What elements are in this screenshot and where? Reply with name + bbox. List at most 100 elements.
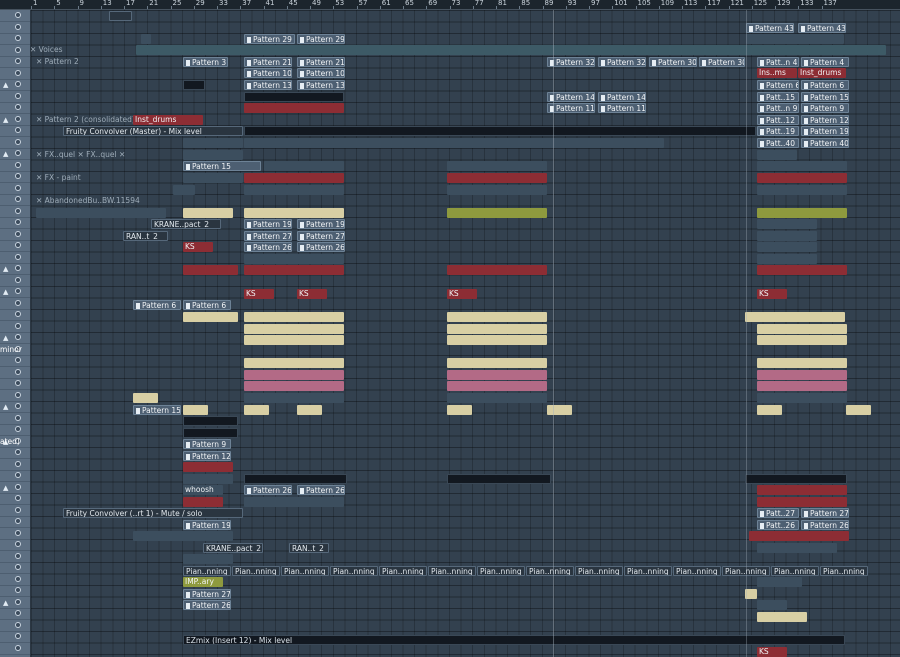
pattern-clip[interactable]: Pattern 9 (801, 103, 849, 113)
pattern-clip[interactable]: KS (757, 647, 787, 657)
pattern-clip[interactable]: Pattern 4 (801, 57, 849, 67)
pattern-clip[interactable]: Pattern 30 (649, 57, 697, 67)
audio-clip[interactable] (757, 254, 817, 264)
track-mute-button[interactable] (15, 633, 21, 639)
pattern-clip[interactable]: Pattern 6 (133, 300, 181, 310)
audio-clip[interactable] (183, 554, 233, 564)
track-header[interactable] (0, 367, 30, 379)
audio-clip[interactable] (757, 161, 847, 171)
track-header[interactable]: ▲ (0, 148, 30, 160)
track-mute-button[interactable] (15, 173, 21, 179)
track-mute-button[interactable] (15, 564, 21, 570)
track-mute-button[interactable] (15, 104, 21, 110)
automation-clip[interactable]: Pian..nning (183, 566, 231, 576)
track-header[interactable] (0, 620, 30, 632)
audio-clip[interactable] (244, 474, 347, 484)
audio-clip[interactable] (264, 161, 344, 171)
collapse-arrow-icon[interactable]: ▲ (3, 288, 8, 296)
pattern-clip[interactable]: Patt..n 9 (757, 103, 799, 113)
track-header[interactable] (0, 68, 30, 80)
audio-clip[interactable] (447, 161, 547, 171)
track-header[interactable]: ▲ (0, 263, 30, 275)
audio-clip[interactable] (133, 393, 158, 403)
audio-clip[interactable] (757, 242, 817, 252)
track-mute-button[interactable] (15, 334, 21, 340)
audio-clip[interactable] (447, 265, 547, 275)
audio-clip[interactable] (447, 335, 547, 345)
audio-clip[interactable] (183, 474, 233, 484)
audio-clip[interactable] (244, 254, 344, 264)
pattern-clip[interactable]: KS (183, 242, 213, 252)
audio-clip[interactable] (447, 324, 547, 334)
pattern-clip[interactable]: Pattern 15 (801, 92, 849, 102)
pattern-clip[interactable]: KS (297, 289, 327, 299)
pattern-clip[interactable]: Pattern 21 (297, 57, 345, 67)
track-mute-button[interactable] (15, 311, 21, 317)
track-mute-button[interactable] (15, 518, 21, 524)
pattern-clip[interactable]: Pattern 11 (598, 103, 646, 113)
track-header[interactable] (0, 33, 30, 45)
track-mute-button[interactable] (15, 483, 21, 490)
audio-clip[interactable] (757, 324, 847, 334)
audio-clip[interactable] (183, 497, 223, 507)
track-mute-button[interactable] (15, 529, 21, 536)
audio-clip[interactable] (447, 208, 547, 218)
track-mute-button[interactable] (15, 184, 21, 191)
automation-clip[interactable]: Pian..nning (575, 566, 623, 576)
collapse-arrow-icon[interactable]: ▲ (3, 150, 8, 158)
audio-clip[interactable] (757, 185, 847, 195)
audio-clip[interactable] (183, 428, 238, 438)
track-header[interactable]: ▲ (0, 114, 30, 126)
audio-clip[interactable] (757, 485, 847, 495)
audio-clip[interactable] (244, 358, 344, 368)
track-mute-button[interactable] (15, 610, 21, 616)
track-header[interactable] (0, 194, 30, 206)
track-mute-button[interactable] (15, 472, 21, 478)
track-header[interactable] (0, 137, 30, 149)
track-mute-button[interactable] (15, 621, 21, 628)
pattern-clip[interactable]: Pattern 26 (801, 520, 849, 530)
track-mute-button[interactable] (15, 322, 21, 329)
track-mute-button[interactable] (15, 380, 21, 386)
track-mute-button[interactable] (15, 81, 21, 87)
automation-clip[interactable]: Pian..nning (477, 566, 525, 576)
audio-clip[interactable] (244, 324, 344, 334)
audio-clip[interactable] (244, 138, 664, 148)
track-mute-button[interactable] (15, 644, 21, 651)
track-header[interactable] (0, 183, 30, 195)
track-header[interactable] (0, 378, 30, 390)
pattern-clip[interactable]: Pattern 29 (297, 34, 345, 44)
track-header[interactable] (0, 355, 30, 367)
audio-clip[interactable] (757, 497, 847, 507)
audio-clip[interactable] (447, 405, 472, 415)
automation-clip[interactable]: Pian..nning (771, 566, 819, 576)
collapse-arrow-icon[interactable]: ▲ (3, 484, 8, 492)
track-mute-button[interactable] (15, 242, 21, 248)
track-mute-button[interactable] (15, 391, 21, 398)
pattern-clip[interactable]: Pattern 26 (244, 485, 292, 495)
track-header[interactable]: ▲ (0, 332, 30, 344)
track-header[interactable] (0, 551, 30, 563)
track-mute-button[interactable] (15, 69, 21, 76)
pattern-clip[interactable]: Pattern 19 (183, 520, 231, 530)
track-header[interactable] (0, 125, 30, 137)
audio-clip[interactable] (183, 138, 243, 148)
audio-clip[interactable] (141, 34, 151, 44)
audio-clip[interactable] (183, 312, 238, 322)
pattern-clip[interactable]: Patt..15 (757, 92, 799, 102)
audio-clip[interactable] (757, 219, 817, 229)
automation-clip[interactable]: Pian..nning (379, 566, 427, 576)
pattern-clip[interactable]: Pattern 27 (297, 231, 345, 241)
pattern-clip[interactable]: KRANE..pact_2 (151, 219, 221, 229)
track-header[interactable] (0, 217, 30, 229)
track-mute-button[interactable] (15, 219, 21, 225)
track-header[interactable] (0, 505, 30, 517)
audio-clip[interactable] (447, 393, 547, 403)
track-header[interactable] (0, 574, 30, 586)
pattern-clip[interactable]: Pattern 15 (183, 161, 261, 171)
track-mute-button[interactable] (15, 288, 21, 294)
track-header[interactable] (0, 516, 30, 528)
pattern-clip[interactable]: Pattern 6 (801, 80, 849, 90)
audio-clip[interactable] (244, 92, 344, 102)
audio-clip[interactable] (447, 370, 547, 380)
